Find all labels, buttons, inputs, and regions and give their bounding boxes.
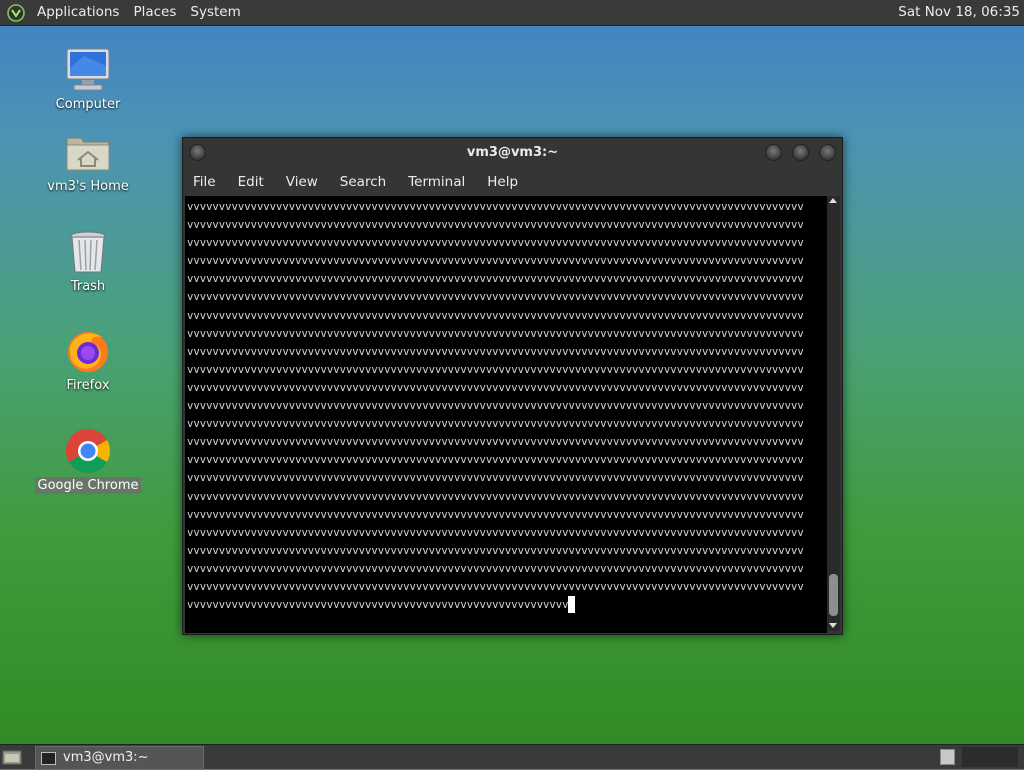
minimize-button[interactable] bbox=[765, 144, 782, 161]
desktop-icon-label: Computer bbox=[55, 97, 121, 112]
taskbar-item-label: vm3@vm3:~ bbox=[63, 750, 149, 765]
terminal-line: vvvvvvvvvvvvvvvvvvvvvvvvvvvvvvvvvvvvvvvv… bbox=[185, 379, 827, 397]
terminal-window[interactable]: vm3@vm3:~ File Edit View Search Terminal… bbox=[182, 137, 843, 635]
terminal-line: vvvvvvvvvvvvvvvvvvvvvvvvvvvvvvvvvvvvvvvv… bbox=[185, 469, 827, 487]
terminal-line: vvvvvvvvvvvvvvvvvvvvvvvvvvvvvvvvvvvvvvvv… bbox=[185, 216, 827, 234]
terminal-line-text: vvvvvvvvvvvvvvvvvvvvvvvvvvvvvvvvvvvvvvvv… bbox=[187, 526, 804, 539]
window-title: vm3@vm3:~ bbox=[466, 145, 559, 160]
desktop-icon-home[interactable]: vm3's Home bbox=[33, 128, 143, 195]
scrollbar[interactable] bbox=[827, 196, 840, 631]
clock[interactable]: Sat Nov 18, 06:35 bbox=[898, 0, 1020, 25]
terminal-line-text: vvvvvvvvvvvvvvvvvvvvvvvvvvvvvvvvvvvvvvvv… bbox=[187, 436, 804, 449]
firefox-icon bbox=[68, 332, 108, 372]
menu-system[interactable]: System bbox=[183, 0, 247, 25]
terminal-line-text: vvvvvvvvvvvvvvvvvvvvvvvvvvvvvvvvvvvvvvvv… bbox=[187, 255, 804, 268]
terminal-line-text: vvvvvvvvvvvvvvvvvvvvvvvvvvvvvvvvvvvvvvvv… bbox=[187, 381, 804, 394]
terminal-line-text: vvvvvvvvvvvvvvvvvvvvvvvvvvvvvvvvvvvvvvvv… bbox=[187, 544, 804, 557]
scrollbar-thumb[interactable] bbox=[829, 574, 838, 616]
maximize-button[interactable] bbox=[792, 144, 809, 161]
terminal-line-text: vvvvvvvvvvvvvvvvvvvvvvvvvvvvvvvvvvvvvvvv… bbox=[187, 508, 804, 521]
terminal-line-text: vvvvvvvvvvvvvvvvvvvvvvvvvvvvvvvvvvvvvvvv… bbox=[187, 291, 804, 304]
menu-view[interactable]: View bbox=[275, 174, 329, 190]
terminal-line: vvvvvvvvvvvvvvvvvvvvvvvvvvvvvvvvvvvvvvvv… bbox=[185, 361, 827, 379]
terminal-line-text: vvvvvvvvvvvvvvvvvvvvvvvvvvvvvvvvvvvvvvvv… bbox=[187, 454, 804, 467]
terminal-output[interactable]: vvvvvvvvvvvvvvvvvvvvvvvvvvvvvvvvvvvvvvvv… bbox=[185, 196, 827, 633]
desktop-icon-computer[interactable]: Computer bbox=[33, 46, 143, 113]
show-desktop-icon[interactable] bbox=[2, 749, 22, 765]
terminal-line-text: vvvvvvvvvvvvvvvvvvvvvvvvvvvvvvvvvvvvvvvv… bbox=[187, 400, 804, 413]
home-folder-icon bbox=[66, 137, 110, 171]
bottom-panel: vm3@vm3:~ bbox=[0, 744, 1024, 770]
terminal-line: vvvvvvvvvvvvvvvvvvvvvvvvvvvvvvvvvvvvvvvv… bbox=[185, 270, 827, 288]
desktop-icon-label: vm3's Home bbox=[47, 179, 129, 194]
terminal-line-text: vvvvvvvvvvvvvvvvvvvvvvvvvvvvvvvvvvvvvvvv… bbox=[187, 273, 804, 286]
scroll-down-arrow-icon[interactable] bbox=[829, 623, 837, 628]
terminal-line-text: vvvvvvvvvvvvvvvvvvvvvvvvvvvvvvvvvvvvvvvv… bbox=[187, 309, 804, 322]
menu-terminal[interactable]: Terminal bbox=[397, 174, 476, 190]
chrome-icon bbox=[66, 429, 110, 473]
desktop-icon-chrome[interactable]: Google Chrome bbox=[33, 427, 143, 494]
terminal-line-text: vvvvvvvvvvvvvvvvvvvvvvvvvvvvvvvvvvvvvvvv… bbox=[187, 580, 804, 593]
terminal-line: vvvvvvvvvvvvvvvvvvvvvvvvvvvvvvvvvvvvvvvv… bbox=[185, 415, 827, 433]
terminal-line: vvvvvvvvvvvvvvvvvvvvvvvvvvvvvvvvvvvvvvvv… bbox=[185, 252, 827, 270]
taskbar-item-terminal[interactable]: vm3@vm3:~ bbox=[35, 746, 204, 770]
terminal-menubar: File Edit View Search Terminal Help bbox=[183, 169, 842, 195]
terminal-line: vvvvvvvvvvvvvvvvvvvvvvvvvvvvvvvvvvvvvvvv… bbox=[185, 325, 827, 343]
terminal-line: vvvvvvvvvvvvvvvvvvvvvvvvvvvvvvvvvvvvvvvv… bbox=[185, 433, 827, 451]
computer-icon bbox=[66, 48, 110, 91]
desktop-icon-label: Firefox bbox=[66, 378, 110, 393]
terminal-line-text: vvvvvvvvvvvvvvvvvvvvvvvvvvvvvvvvvvvvvvvv… bbox=[187, 418, 804, 431]
menu-applications[interactable]: Applications bbox=[30, 0, 126, 25]
desktop-icon-label: Google Chrome bbox=[34, 477, 142, 494]
terminal-line: vvvvvvvvvvvvvvvvvvvvvvvvvvvvvvvvvvvvvvvv… bbox=[185, 578, 827, 596]
workspace-1[interactable] bbox=[940, 749, 955, 765]
terminal-line-text: vvvvvvvvvvvvvvvvvvvvvvvvvvvvvvvvvvvvvvvv… bbox=[187, 327, 804, 340]
terminal-line: vvvvvvvvvvvvvvvvvvvvvvvvvvvvvvvvvvvvvvvv… bbox=[185, 542, 827, 560]
desktop-icon-label: Trash bbox=[70, 279, 106, 294]
terminal-line-text: vvvvvvvvvvvvvvvvvvvvvvvvvvvvvvvvvvvvvvvv… bbox=[187, 599, 569, 612]
terminal-line: vvvvvvvvvvvvvvvvvvvvvvvvvvvvvvvvvvvvvvvv… bbox=[185, 198, 827, 216]
trash-icon bbox=[70, 231, 106, 273]
distro-logo-icon[interactable] bbox=[6, 3, 26, 23]
terminal-line-text: vvvvvvvvvvvvvvvvvvvvvvvvvvvvvvvvvvvvvvvv… bbox=[187, 562, 804, 575]
terminal-line-text: vvvvvvvvvvvvvvvvvvvvvvvvvvvvvvvvvvvvvvvv… bbox=[187, 345, 804, 358]
terminal-line-text: vvvvvvvvvvvvvvvvvvvvvvvvvvvvvvvvvvvvvvvv… bbox=[187, 237, 804, 250]
desktop-icon-firefox[interactable]: Firefox bbox=[33, 327, 143, 394]
terminal-line-text: vvvvvvvvvvvvvvvvvvvvvvvvvvvvvvvvvvvvvvvv… bbox=[187, 490, 804, 503]
terminal-line: vvvvvvvvvvvvvvvvvvvvvvvvvvvvvvvvvvvvvvvv… bbox=[185, 524, 827, 542]
terminal-line: vvvvvvvvvvvvvvvvvvvvvvvvvvvvvvvvvvvvvvvv… bbox=[185, 397, 827, 415]
terminal-line-text: vvvvvvvvvvvvvvvvvvvvvvvvvvvvvvvvvvvvvvvv… bbox=[187, 201, 804, 213]
terminal-icon bbox=[41, 752, 56, 765]
terminal-line: vvvvvvvvvvvvvvvvvvvvvvvvvvvvvvvvvvvvvvvv… bbox=[185, 506, 827, 524]
top-panel: Applications Places System Sat Nov 18, 0… bbox=[0, 0, 1024, 26]
terminal-line: vvvvvvvvvvvvvvvvvvvvvvvvvvvvvvvvvvvvvvvv… bbox=[185, 307, 827, 325]
desktop-icon-trash[interactable]: Trash bbox=[33, 228, 143, 295]
titlebar[interactable]: vm3@vm3:~ bbox=[183, 138, 842, 168]
terminal-line: vvvvvvvvvvvvvvvvvvvvvvvvvvvvvvvvvvvvvvvv… bbox=[185, 451, 827, 469]
terminal-line-text: vvvvvvvvvvvvvvvvvvvvvvvvvvvvvvvvvvvvvvvv… bbox=[187, 219, 804, 232]
terminal-line: vvvvvvvvvvvvvvvvvvvvvvvvvvvvvvvvvvvvvvvv… bbox=[185, 234, 827, 252]
terminal-line: vvvvvvvvvvvvvvvvvvvvvvvvvvvvvvvvvvvvvvvv… bbox=[185, 560, 827, 578]
terminal-line-text: vvvvvvvvvvvvvvvvvvvvvvvvvvvvvvvvvvvvvvvv… bbox=[187, 363, 804, 376]
terminal-line-text: vvvvvvvvvvvvvvvvvvvvvvvvvvvvvvvvvvvvvvvv… bbox=[187, 472, 804, 485]
menu-file[interactable]: File bbox=[183, 174, 227, 190]
terminal-line: vvvvvvvvvvvvvvvvvvvvvvvvvvvvvvvvvvvvvvvv… bbox=[185, 343, 827, 361]
menu-places[interactable]: Places bbox=[126, 0, 183, 25]
menu-edit[interactable]: Edit bbox=[227, 174, 275, 190]
terminal-line: vvvvvvvvvvvvvvvvvvvvvvvvvvvvvvvvvvvvvvvv… bbox=[185, 596, 827, 614]
terminal-line: vvvvvvvvvvvvvvvvvvvvvvvvvvvvvvvvvvvvvvvv… bbox=[185, 488, 827, 506]
menu-help[interactable]: Help bbox=[476, 174, 529, 190]
menu-search[interactable]: Search bbox=[329, 174, 397, 190]
close-button[interactable] bbox=[819, 144, 836, 161]
terminal-line: vvvvvvvvvvvvvvvvvvvvvvvvvvvvvvvvvvvvvvvv… bbox=[185, 288, 827, 306]
workspace-2[interactable] bbox=[962, 747, 1018, 767]
scroll-up-arrow-icon[interactable] bbox=[829, 198, 837, 203]
terminal-cursor bbox=[568, 596, 576, 614]
